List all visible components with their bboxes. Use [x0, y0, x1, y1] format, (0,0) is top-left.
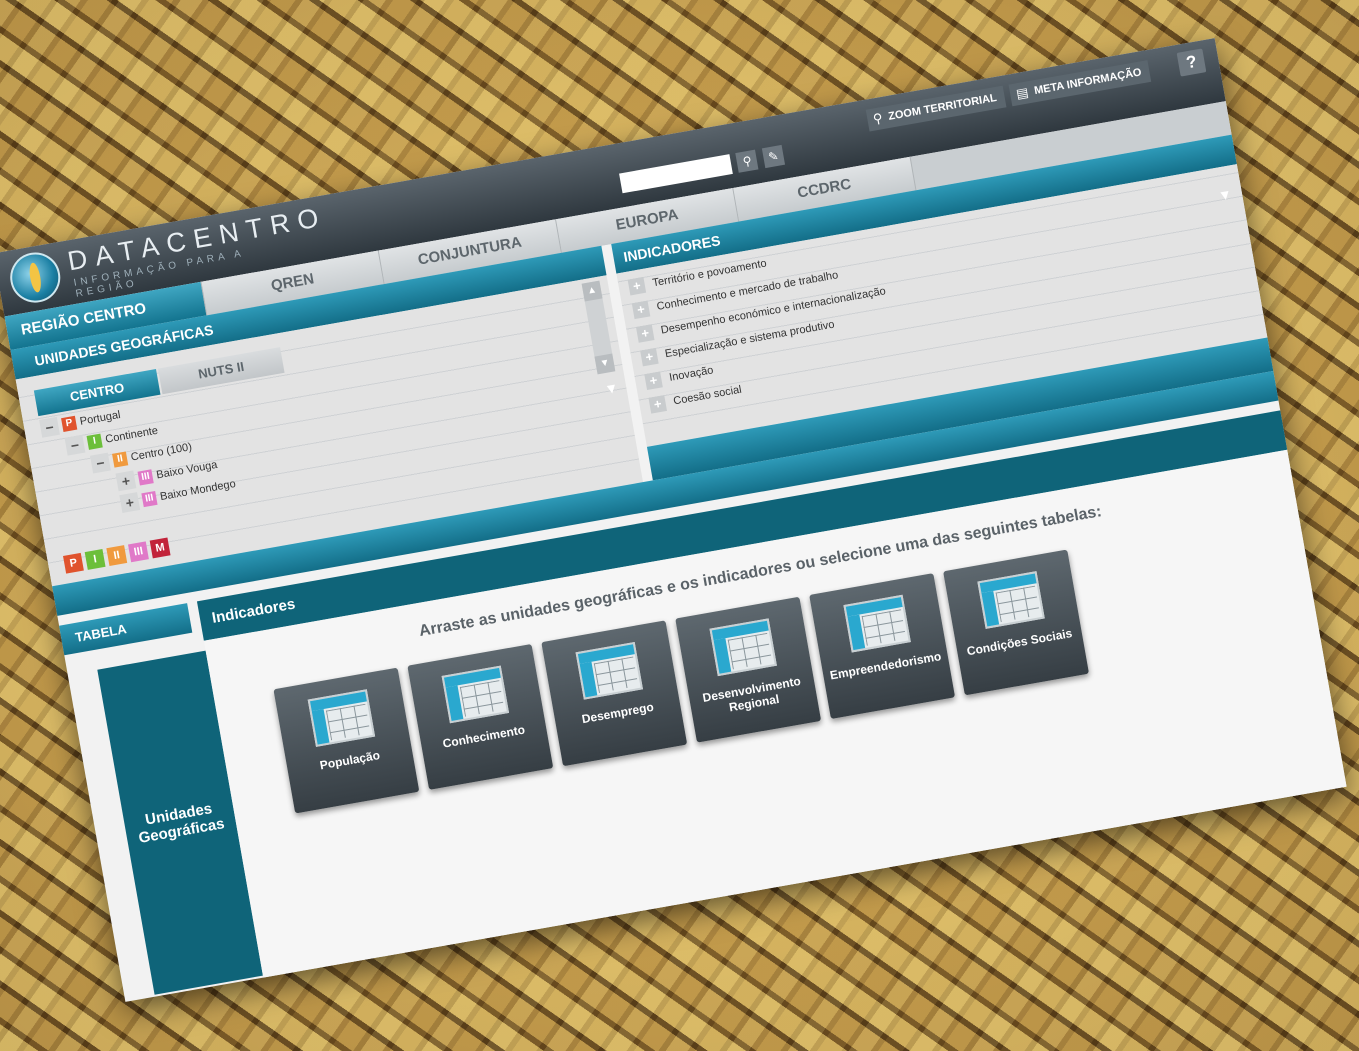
legend-iii[interactable]: III — [128, 541, 149, 563]
scroll-down-icon[interactable]: ▼ — [594, 353, 616, 375]
help-icon[interactable]: ? — [1176, 48, 1207, 77]
card-label: Condições Sociais — [965, 626, 1074, 659]
level-badge: III — [137, 469, 154, 486]
table-icon — [977, 571, 1045, 629]
expand-icon[interactable]: + — [648, 395, 668, 414]
legend-i[interactable]: I — [84, 549, 106, 570]
zoom-territorial-button[interactable]: ⚲ ZOOM TERRITORIAL — [865, 85, 1007, 132]
meta-informacao-button[interactable]: ▤ META INFORMAÇÃO — [1008, 60, 1152, 107]
table-card-conhecimento[interactable]: Conhecimento — [407, 643, 554, 790]
expand-icon[interactable]: + — [644, 371, 663, 391]
table-card-empreendedorismo[interactable]: Empreendedorismo — [809, 573, 956, 720]
magnifier-icon: ⚲ — [871, 110, 884, 127]
scroll-up-icon[interactable]: ▲ — [581, 280, 603, 302]
logo-mark-icon — [6, 248, 65, 307]
datacentro-window: DATACENTRO INFORMAÇÃO PARA A REGIÃO ⚲ ✎ … — [0, 38, 1347, 1002]
indicator-label: Coesão social — [672, 383, 743, 408]
card-label: Conhecimento — [441, 722, 527, 751]
meta-info-icon: ▤ — [1014, 84, 1030, 102]
collapse-toggle[interactable]: − — [64, 434, 86, 456]
collapse-toggle[interactable]: − — [39, 416, 60, 438]
table-card-desenvolvimento-regional[interactable]: Desenvolvimento Regional — [675, 596, 822, 743]
table-card-desemprego[interactable]: Desemprego — [541, 620, 688, 767]
search-icon[interactable]: ⚲ — [735, 149, 759, 173]
expand-toggle[interactable]: + — [119, 492, 141, 513]
tree-label: Portugal — [78, 408, 122, 428]
level-badge: II — [112, 451, 129, 468]
level-badge: III — [141, 490, 158, 508]
meta-informacao-label: META INFORMAÇÃO — [1033, 66, 1143, 98]
level-badge: I — [86, 433, 103, 450]
search-input[interactable] — [619, 154, 733, 194]
table-icon — [843, 594, 911, 653]
legend-ii[interactable]: II — [106, 545, 128, 567]
card-label: Empreendedorismo — [828, 649, 943, 683]
table-icon — [441, 665, 510, 724]
table-card-populacao[interactable]: População — [273, 667, 420, 814]
zoom-territorial-label: ZOOM TERRITORIAL — [887, 91, 998, 123]
legend-p[interactable]: P — [63, 552, 84, 574]
indicator-label: Inovação — [668, 364, 715, 384]
card-label: Desemprego — [580, 699, 655, 727]
eraser-icon[interactable]: ✎ — [761, 144, 785, 169]
expand-icon[interactable]: + — [631, 300, 651, 320]
expand-icon[interactable]: + — [635, 324, 655, 343]
geo-subtabs: CENTRO NUTS II — [33, 347, 285, 417]
table-icon — [307, 689, 376, 747]
panel-expand-icon[interactable]: ▼ — [1217, 186, 1233, 204]
card-label: Desenvolvimento Regional — [701, 673, 802, 715]
table-card-condicoes-sociais[interactable]: Condições Sociais — [943, 549, 1090, 696]
panel-expand-icon[interactable]: ▼ — [603, 379, 619, 397]
expand-icon[interactable]: + — [627, 276, 647, 296]
card-label: População — [318, 748, 381, 773]
legend-m[interactable]: M — [149, 537, 171, 559]
level-badge: P — [61, 415, 78, 432]
collapse-toggle[interactable]: − — [90, 452, 111, 474]
table-icon — [575, 641, 643, 700]
expand-icon[interactable]: + — [640, 347, 659, 367]
table-icon — [709, 618, 777, 677]
expand-toggle[interactable]: + — [115, 470, 137, 492]
